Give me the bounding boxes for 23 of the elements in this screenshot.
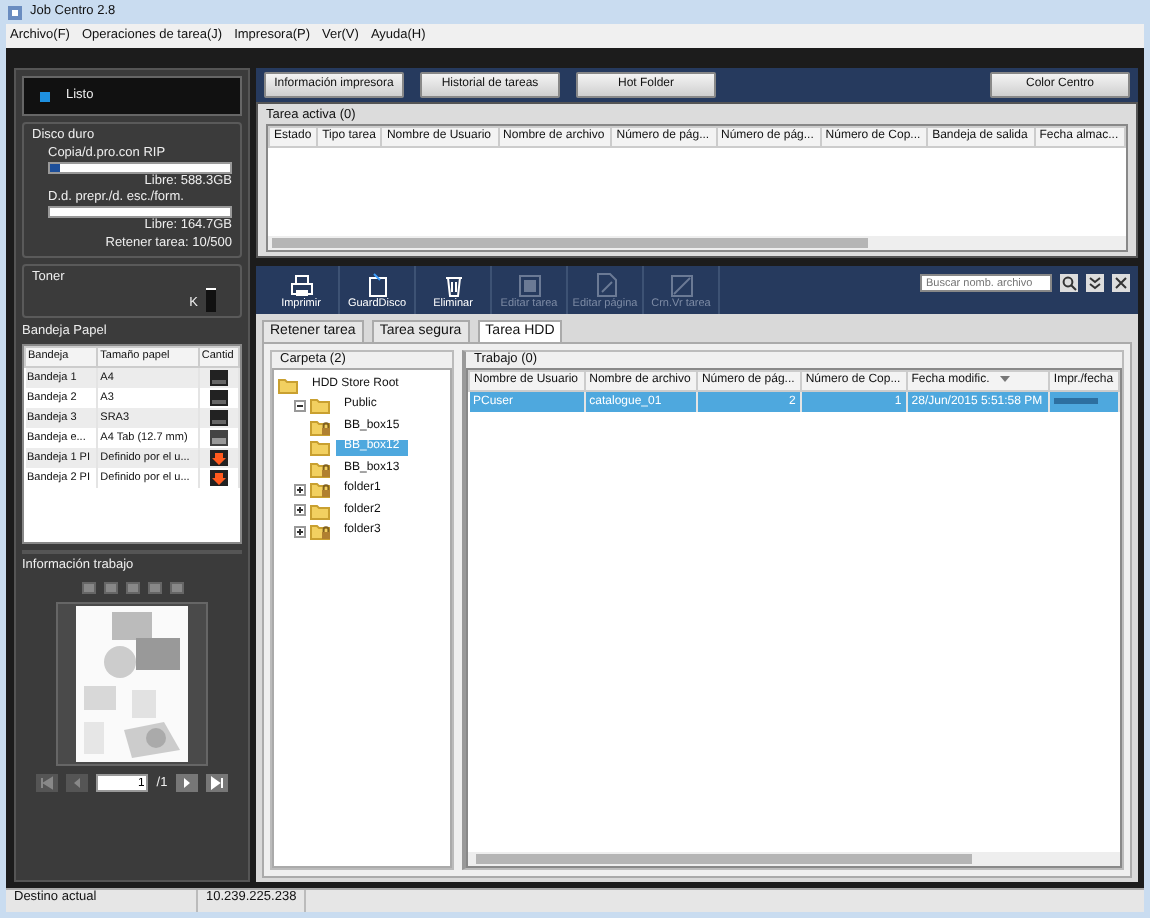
paper-level-icon — [209, 430, 228, 447]
horizontal-scrollbar[interactable] — [468, 852, 1120, 866]
sort-icon — [999, 375, 1010, 384]
expand-icon[interactable] — [294, 483, 306, 496]
toner-gauge — [206, 287, 216, 312]
app-icon — [6, 3, 24, 21]
previous-page-button[interactable] — [66, 774, 89, 793]
paper-level-icon — [209, 390, 228, 407]
horizontal-scrollbar[interactable] — [268, 236, 1126, 250]
paper-level-icon — [209, 369, 228, 386]
redaction-bar — [1053, 397, 1098, 404]
next-page-button[interactable] — [175, 774, 198, 793]
close-icon[interactable] — [1112, 274, 1130, 292]
edit-page-icon — [591, 272, 619, 299]
last-page-button[interactable] — [205, 774, 228, 793]
expand-icon[interactable] — [294, 525, 306, 538]
paper-level-icon — [209, 410, 228, 427]
collapse-icon[interactable] — [1086, 274, 1104, 292]
first-page-button[interactable] — [36, 774, 59, 793]
collapse-icon[interactable] — [294, 399, 306, 412]
expand-icon[interactable] — [294, 504, 306, 517]
print-icon — [287, 272, 315, 299]
search-icon[interactable] — [1060, 274, 1078, 292]
